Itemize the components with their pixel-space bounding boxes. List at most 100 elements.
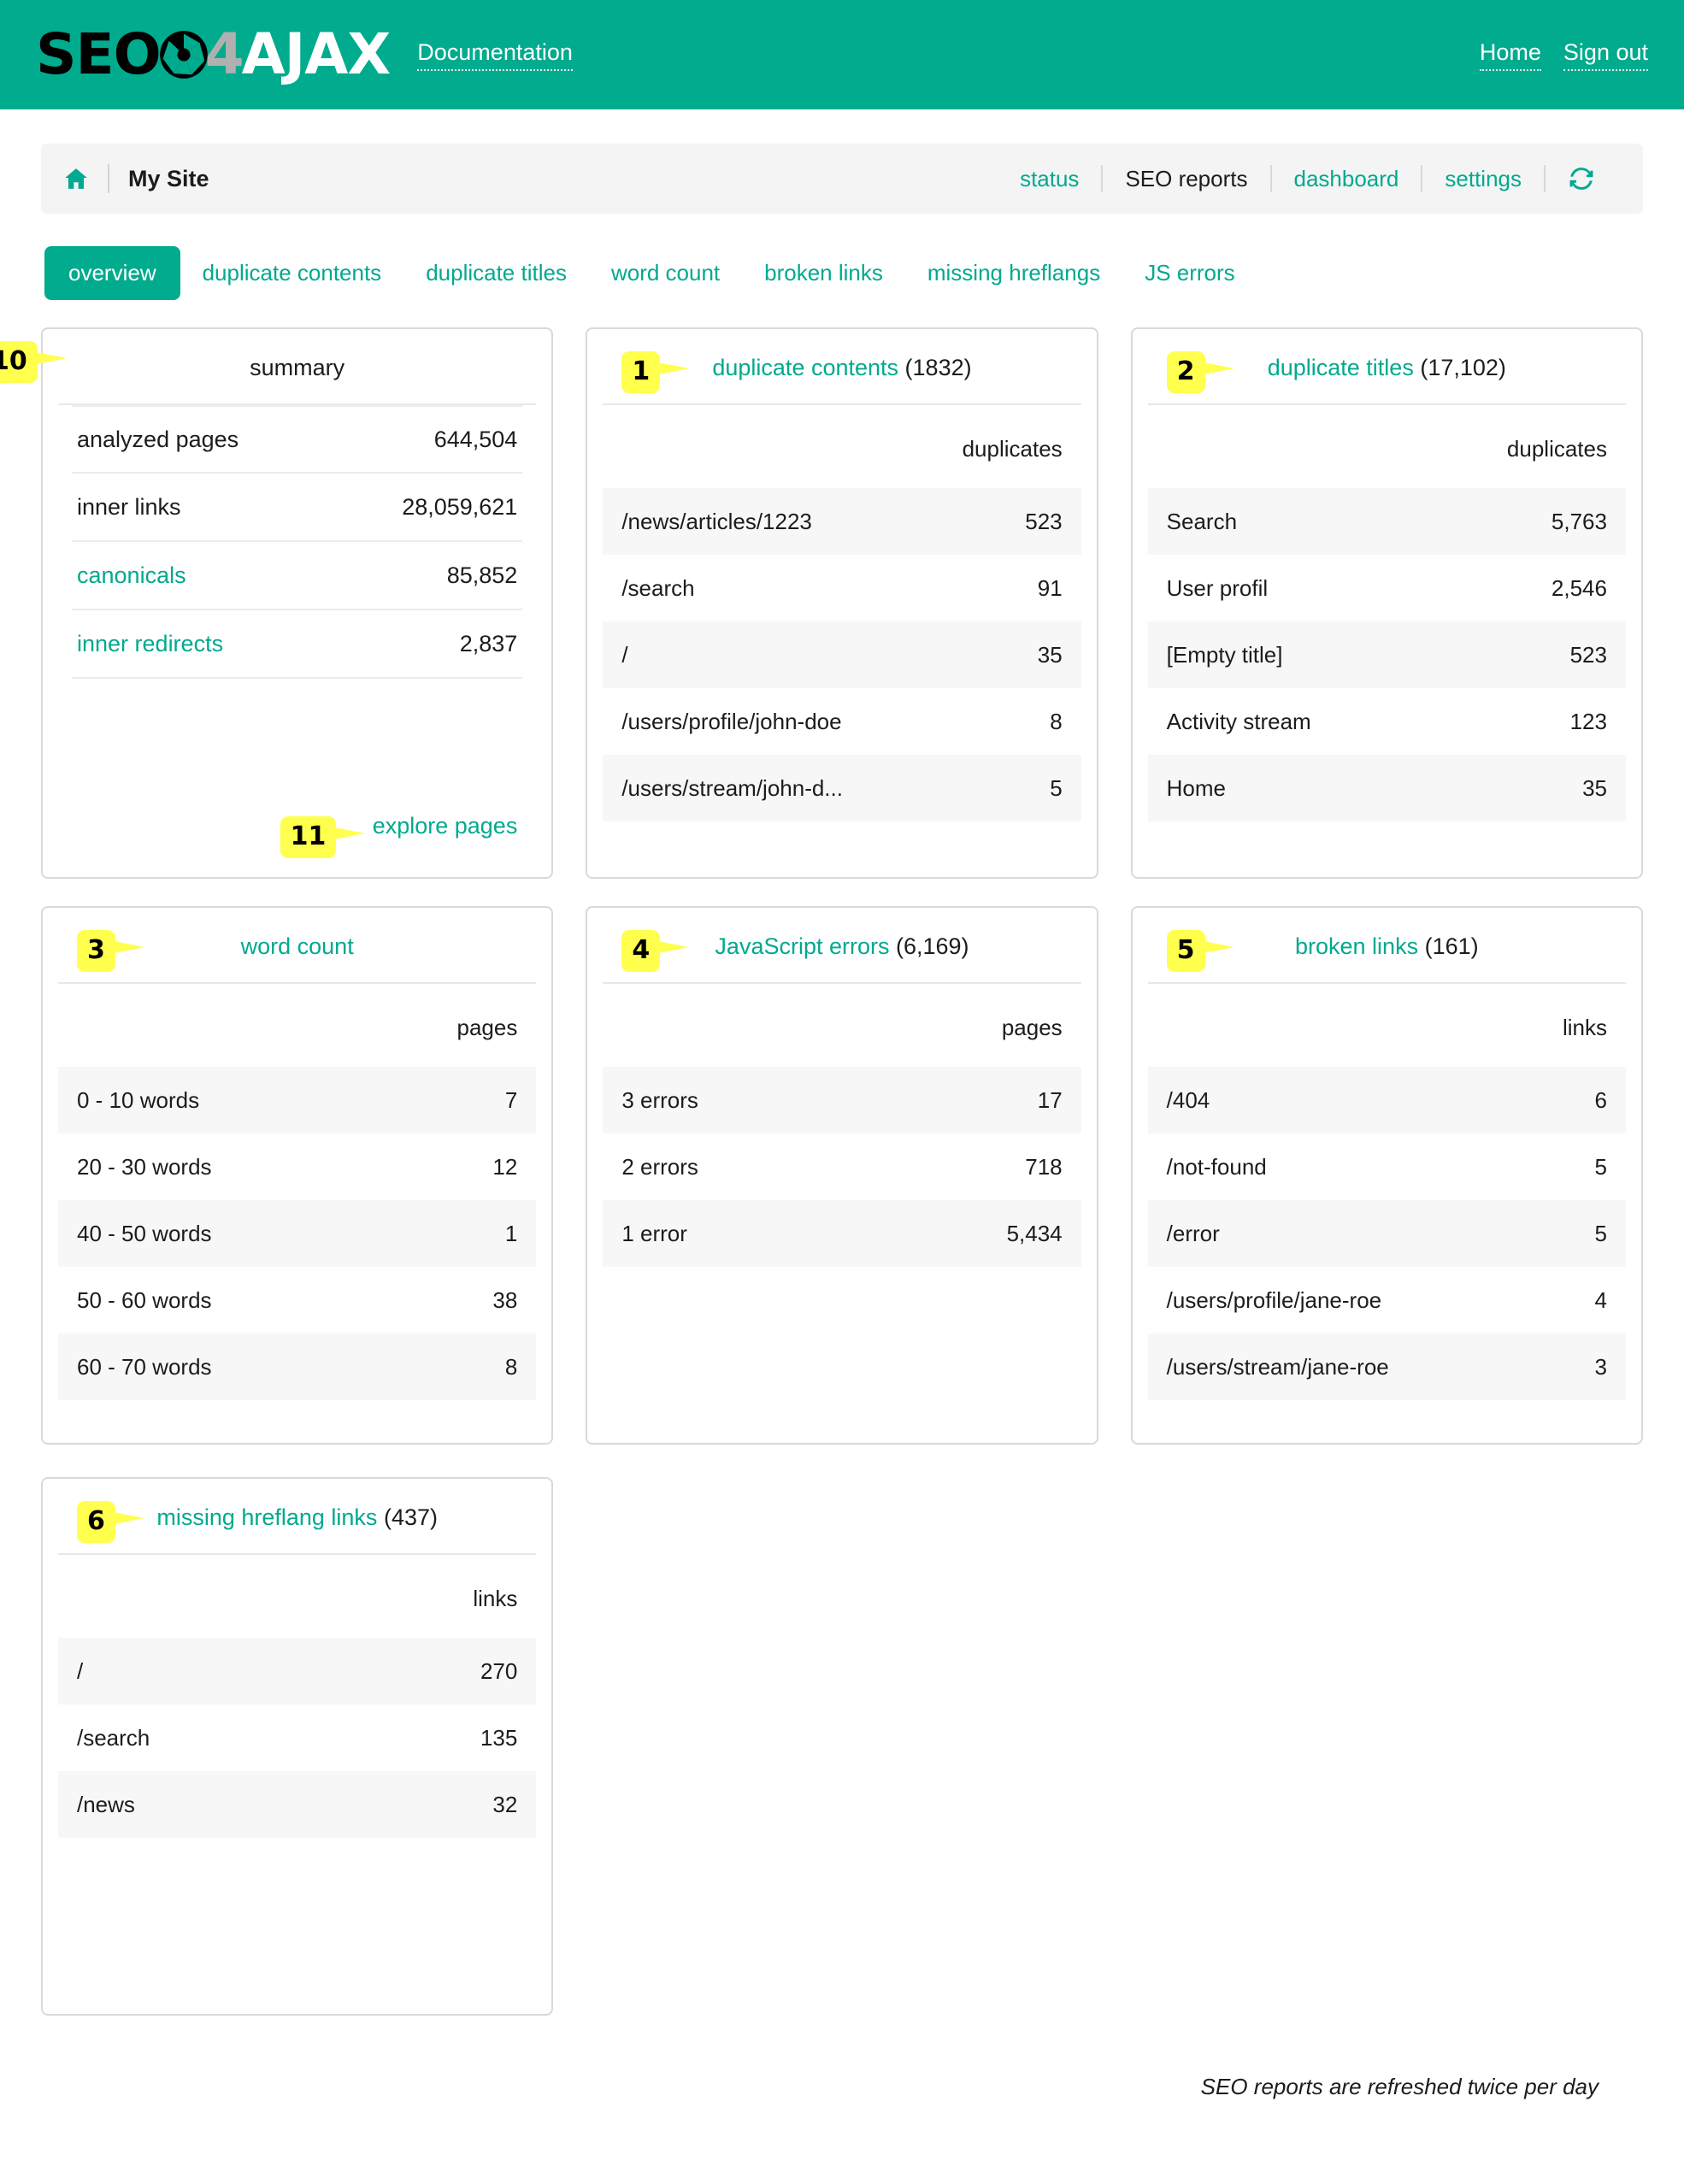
card-count-duplicate-contents: (1832) — [905, 355, 972, 380]
row-value: 5,763 — [1552, 509, 1607, 535]
header-nav: Home Sign out — [1480, 39, 1648, 71]
annotation-badge-5: 5 — [1167, 930, 1234, 972]
card-link-broken-links[interactable]: broken links — [1295, 933, 1418, 959]
table-row[interactable]: /news 32 — [58, 1771, 536, 1838]
tab-duplicate-titles[interactable]: duplicate titles — [403, 248, 589, 298]
table-row[interactable]: /error 5 — [1148, 1200, 1626, 1267]
table-row[interactable]: Search 5,763 — [1148, 488, 1626, 555]
table-row[interactable]: /users/stream/jane-roe 3 — [1148, 1333, 1626, 1400]
card-javascript-errors: 4 JavaScript errors (6,169) pages 3 erro… — [586, 906, 1098, 1445]
row-value: 523 — [1025, 509, 1062, 535]
tab-overview[interactable]: overview — [44, 246, 180, 300]
table-row[interactable]: / 270 — [58, 1638, 536, 1704]
aperture-icon — [159, 30, 209, 79]
empty-cell — [586, 1477, 1098, 2016]
site-link-settings[interactable]: settings — [1422, 166, 1544, 192]
card-count-duplicate-titles: (17,102) — [1420, 355, 1506, 380]
logo-text-4: 4 — [205, 26, 244, 83]
table-row[interactable]: / 35 — [603, 621, 1080, 688]
tab-missing-hreflangs[interactable]: missing hreflangs — [905, 248, 1122, 298]
logo-text-seo: SEO — [36, 26, 161, 83]
card-title-summary: summary — [58, 329, 536, 405]
card-count-broken-links: (161) — [1425, 933, 1479, 959]
home-icon[interactable] — [63, 166, 89, 191]
table-row[interactable]: /not-found 5 — [1148, 1133, 1626, 1200]
refresh-button[interactable] — [1546, 165, 1610, 192]
card-link-missing-hreflang-links[interactable]: missing hreflang links — [156, 1504, 377, 1530]
table-row[interactable]: /users/profile/john-doe 8 — [603, 688, 1080, 755]
table-row[interactable]: 3 errors 17 — [603, 1067, 1080, 1133]
row-value: 718 — [1025, 1154, 1062, 1180]
tab-js-errors[interactable]: JS errors — [1122, 248, 1257, 298]
card-link-duplicate-titles[interactable]: duplicate titles — [1268, 355, 1414, 380]
table-row[interactable]: 1 error 5,434 — [603, 1200, 1080, 1267]
row-label: /not-found — [1167, 1154, 1267, 1180]
row-value: 3 — [1595, 1354, 1607, 1380]
summary-title-text: summary — [250, 355, 344, 380]
summary-link-canonicals[interactable]: canonicals — [77, 562, 186, 589]
row-label: /users/profile/jane-roe — [1167, 1287, 1381, 1314]
row-label: 1 error — [621, 1221, 687, 1247]
cards-row-3: 6 missing hreflang links (437) links / 2… — [41, 1477, 1643, 2016]
table-row[interactable]: Activity stream 123 — [1148, 688, 1626, 755]
annotation-badge-11: 11 — [280, 816, 366, 858]
summary-value-inner-redirects: 2,837 — [460, 631, 518, 657]
card-broken-links: 5 broken links (161) links /404 6 /not-f… — [1131, 906, 1643, 1445]
column-header-pages: pages — [58, 984, 536, 1067]
row-label: 0 - 10 words — [77, 1087, 199, 1114]
documentation-link[interactable]: Documentation — [417, 39, 573, 71]
table-rows: 3 errors 17 2 errors 718 1 error 5,434 — [603, 1067, 1080, 1267]
table-row[interactable]: /search 91 — [603, 555, 1080, 621]
table-row[interactable]: Home 35 — [1148, 755, 1626, 821]
annotation-badge-1: 1 — [621, 351, 689, 393]
table-row[interactable]: /users/stream/john-d... 5 — [603, 755, 1080, 821]
row-label: /search — [621, 575, 694, 602]
table-row[interactable]: User profil 2,546 — [1148, 555, 1626, 621]
row-label: 40 - 50 words — [77, 1221, 212, 1247]
table-rows: /news/articles/1223 523 /search 91 / 35 … — [603, 488, 1080, 821]
table-row[interactable]: 2 errors 718 — [603, 1133, 1080, 1200]
table-row[interactable]: 0 - 10 words 7 — [58, 1067, 536, 1133]
table-row[interactable]: /404 6 — [1148, 1067, 1626, 1133]
row-value: 12 — [492, 1154, 517, 1180]
row-value: 32 — [492, 1792, 517, 1818]
row-label: Activity stream — [1167, 709, 1311, 735]
row-value: 5 — [1595, 1221, 1607, 1247]
site-link-dashboard[interactable]: dashboard — [1272, 166, 1422, 192]
site-link-status[interactable]: status — [998, 166, 1101, 192]
summary-row: 7 analyzed pages 644,504 — [72, 405, 522, 474]
tab-duplicate-contents[interactable]: duplicate contents — [180, 248, 404, 298]
row-label: /search — [77, 1725, 150, 1751]
site-header: SEO 4 AJAX Documentation Home Sign out — [0, 0, 1684, 109]
table-row[interactable]: /search 135 — [58, 1704, 536, 1771]
summary-link-inner-redirects[interactable]: inner redirects — [77, 631, 223, 657]
logo[interactable]: SEO 4 AJAX — [36, 25, 390, 85]
badge-pointer — [30, 352, 61, 364]
row-label: /news — [77, 1792, 135, 1818]
card-title-duplicate-contents: 1 duplicate contents (1832) — [603, 329, 1080, 405]
tab-broken-links[interactable]: broken links — [742, 248, 905, 298]
table-row[interactable]: /users/profile/jane-roe 4 — [1148, 1267, 1626, 1333]
card-link-javascript-errors[interactable]: JavaScript errors — [715, 933, 889, 959]
row-label: 20 - 30 words — [77, 1154, 212, 1180]
table-row[interactable]: 50 - 60 words 38 — [58, 1267, 536, 1333]
table-row[interactable]: [Empty title] 523 — [1148, 621, 1626, 688]
annotation-badge-9: 9 — [0, 341, 61, 383]
card-link-duplicate-contents[interactable]: duplicate contents — [712, 355, 898, 380]
card-link-word-count[interactable]: word count — [241, 933, 354, 959]
tab-word-count[interactable]: word count — [589, 248, 742, 298]
report-tabs: overview duplicate contents duplicate ti… — [41, 246, 1643, 300]
card-title-javascript-errors: 4 JavaScript errors (6,169) — [603, 908, 1080, 984]
table-rows: / 270 /search 135 /news 32 — [58, 1638, 536, 1838]
table-row[interactable]: /news/articles/1223 523 — [603, 488, 1080, 555]
card-summary: summary 7 analyzed pages 644,504 8 — [41, 327, 553, 879]
summary-label-analyzed-pages: analyzed pages — [77, 427, 238, 453]
table-row[interactable]: 40 - 50 words 1 — [58, 1200, 536, 1267]
table-row[interactable]: 60 - 70 words 8 — [58, 1333, 536, 1400]
home-link[interactable]: Home — [1480, 39, 1541, 71]
summary-row: 10 inner redirects 2,837 — [72, 610, 522, 679]
sign-out-link[interactable]: Sign out — [1563, 39, 1648, 71]
site-link-seo-reports[interactable]: SEO reports — [1103, 166, 1269, 192]
table-row[interactable]: 20 - 30 words 12 — [58, 1133, 536, 1200]
explore-pages-link[interactable]: explore pages — [373, 813, 518, 839]
